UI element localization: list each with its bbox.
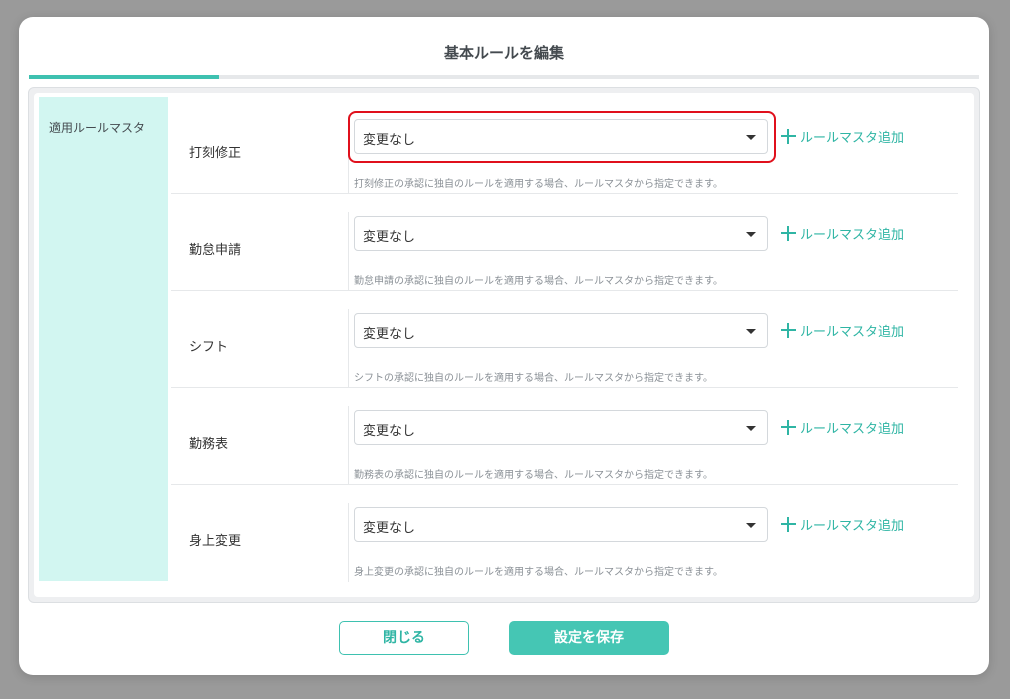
select-value: 変更なし <box>363 230 416 245</box>
select-wrap-highlighted: 変更なし <box>348 111 776 163</box>
select-wrap: 変更なし <box>354 216 768 251</box>
rule-select-shift[interactable]: 変更なし <box>354 313 768 348</box>
rule-row-punch-correction: 打刻修正 変更なし ルールマスタ追加 打刻修正の承認に独自のルールを適用する場合… <box>171 97 958 194</box>
select-value: 変更なし <box>363 327 416 342</box>
plus-icon <box>781 419 796 435</box>
select-value: 変更なし <box>363 133 416 148</box>
add-rule-master-link[interactable]: ルールマスタ追加 <box>781 320 904 340</box>
caret-down-icon <box>746 232 756 237</box>
row-label: 身上変更 <box>189 534 242 549</box>
select-wrap: 変更なし <box>354 410 768 445</box>
help-text: 勤務表の承認に独自のルールを適用する場合、ルールマスタから指定できます。 <box>354 470 713 481</box>
add-link-label: ルールマスタ追加 <box>800 518 905 534</box>
add-rule-master-link[interactable]: ルールマスタ追加 <box>781 514 904 534</box>
add-rule-master-link[interactable]: ルールマスタ追加 <box>781 126 904 146</box>
add-link-label: ルールマスタ追加 <box>800 421 905 437</box>
help-text: 打刻修正の承認に独自のルールを適用する場合、ルールマスタから指定できます。 <box>354 179 723 190</box>
rule-select-punch-correction[interactable]: 変更なし <box>354 119 768 154</box>
row-divider <box>348 212 349 291</box>
plus-icon <box>781 128 796 144</box>
close-button[interactable]: 閉じる <box>339 621 469 655</box>
rule-row-attendance-request: 勤怠申請 変更なし ルールマスタ追加 勤怠申請の承認に独自のルールを適用する場合… <box>171 194 958 291</box>
rule-row-personal-change: 身上変更 変更なし ルールマスタ追加 身上変更の承認に独自のルールを適用する場合… <box>171 485 958 582</box>
row-label: 勤務表 <box>189 437 229 452</box>
row-divider <box>348 309 349 388</box>
section-label-rule-master: 適用ルールマスタ <box>39 97 168 581</box>
content-panel: 適用ルールマスタ 打刻修正 変更なし ルールマスタ追加 打刻修正の承認に独自のル… <box>28 87 980 603</box>
rule-select-personal-change[interactable]: 変更なし <box>354 507 768 542</box>
select-value: 変更なし <box>363 424 416 439</box>
rule-row-work-schedule: 勤務表 変更なし ルールマスタ追加 勤務表の承認に独自のルールを適用する場合、ル… <box>171 388 958 485</box>
rule-select-attendance-request[interactable]: 変更なし <box>354 216 768 251</box>
caret-down-icon <box>746 329 756 334</box>
caret-down-icon <box>746 426 756 431</box>
rules-form: 適用ルールマスタ 打刻修正 変更なし ルールマスタ追加 打刻修正の承認に独自のル… <box>34 93 974 597</box>
add-rule-master-link[interactable]: ルールマスタ追加 <box>781 417 904 437</box>
row-label: シフト <box>189 340 229 355</box>
caret-down-icon <box>746 135 756 140</box>
row-divider <box>348 503 349 582</box>
save-settings-button[interactable]: 設定を保存 <box>509 621 669 655</box>
select-wrap: 変更なし <box>354 507 768 542</box>
plus-icon <box>781 516 796 532</box>
caret-down-icon <box>746 523 756 528</box>
help-text: 勤怠申請の承認に独自のルールを適用する場合、ルールマスタから指定できます。 <box>354 276 723 287</box>
add-rule-master-link[interactable]: ルールマスタ追加 <box>781 223 904 243</box>
add-link-label: ルールマスタ追加 <box>800 227 905 243</box>
tab-bar <box>29 75 979 79</box>
active-tab-indicator[interactable] <box>29 75 219 79</box>
edit-basic-rules-modal: 基本ルールを編集 適用ルールマスタ 打刻修正 変更なし ルールマスタ追加 打刻修… <box>19 17 989 675</box>
add-link-label: ルールマスタ追加 <box>800 130 905 146</box>
rule-row-shift: シフト 変更なし ルールマスタ追加 シフトの承認に独自のルールを適用する場合、ル… <box>171 291 958 388</box>
row-label: 打刻修正 <box>189 146 242 161</box>
plus-icon <box>781 322 796 338</box>
add-link-label: ルールマスタ追加 <box>800 324 905 340</box>
rule-select-work-schedule[interactable]: 変更なし <box>354 410 768 445</box>
help-text: 身上変更の承認に独自のルールを適用する場合、ルールマスタから指定できます。 <box>354 567 723 578</box>
row-divider <box>348 406 349 485</box>
select-value: 変更なし <box>363 521 416 536</box>
select-wrap: 変更なし <box>354 313 768 348</box>
plus-icon <box>781 225 796 241</box>
help-text: シフトの承認に独自のルールを適用する場合、ルールマスタから指定できます。 <box>354 373 713 384</box>
row-label: 勤怠申請 <box>189 243 242 258</box>
modal-title: 基本ルールを編集 <box>443 44 564 62</box>
